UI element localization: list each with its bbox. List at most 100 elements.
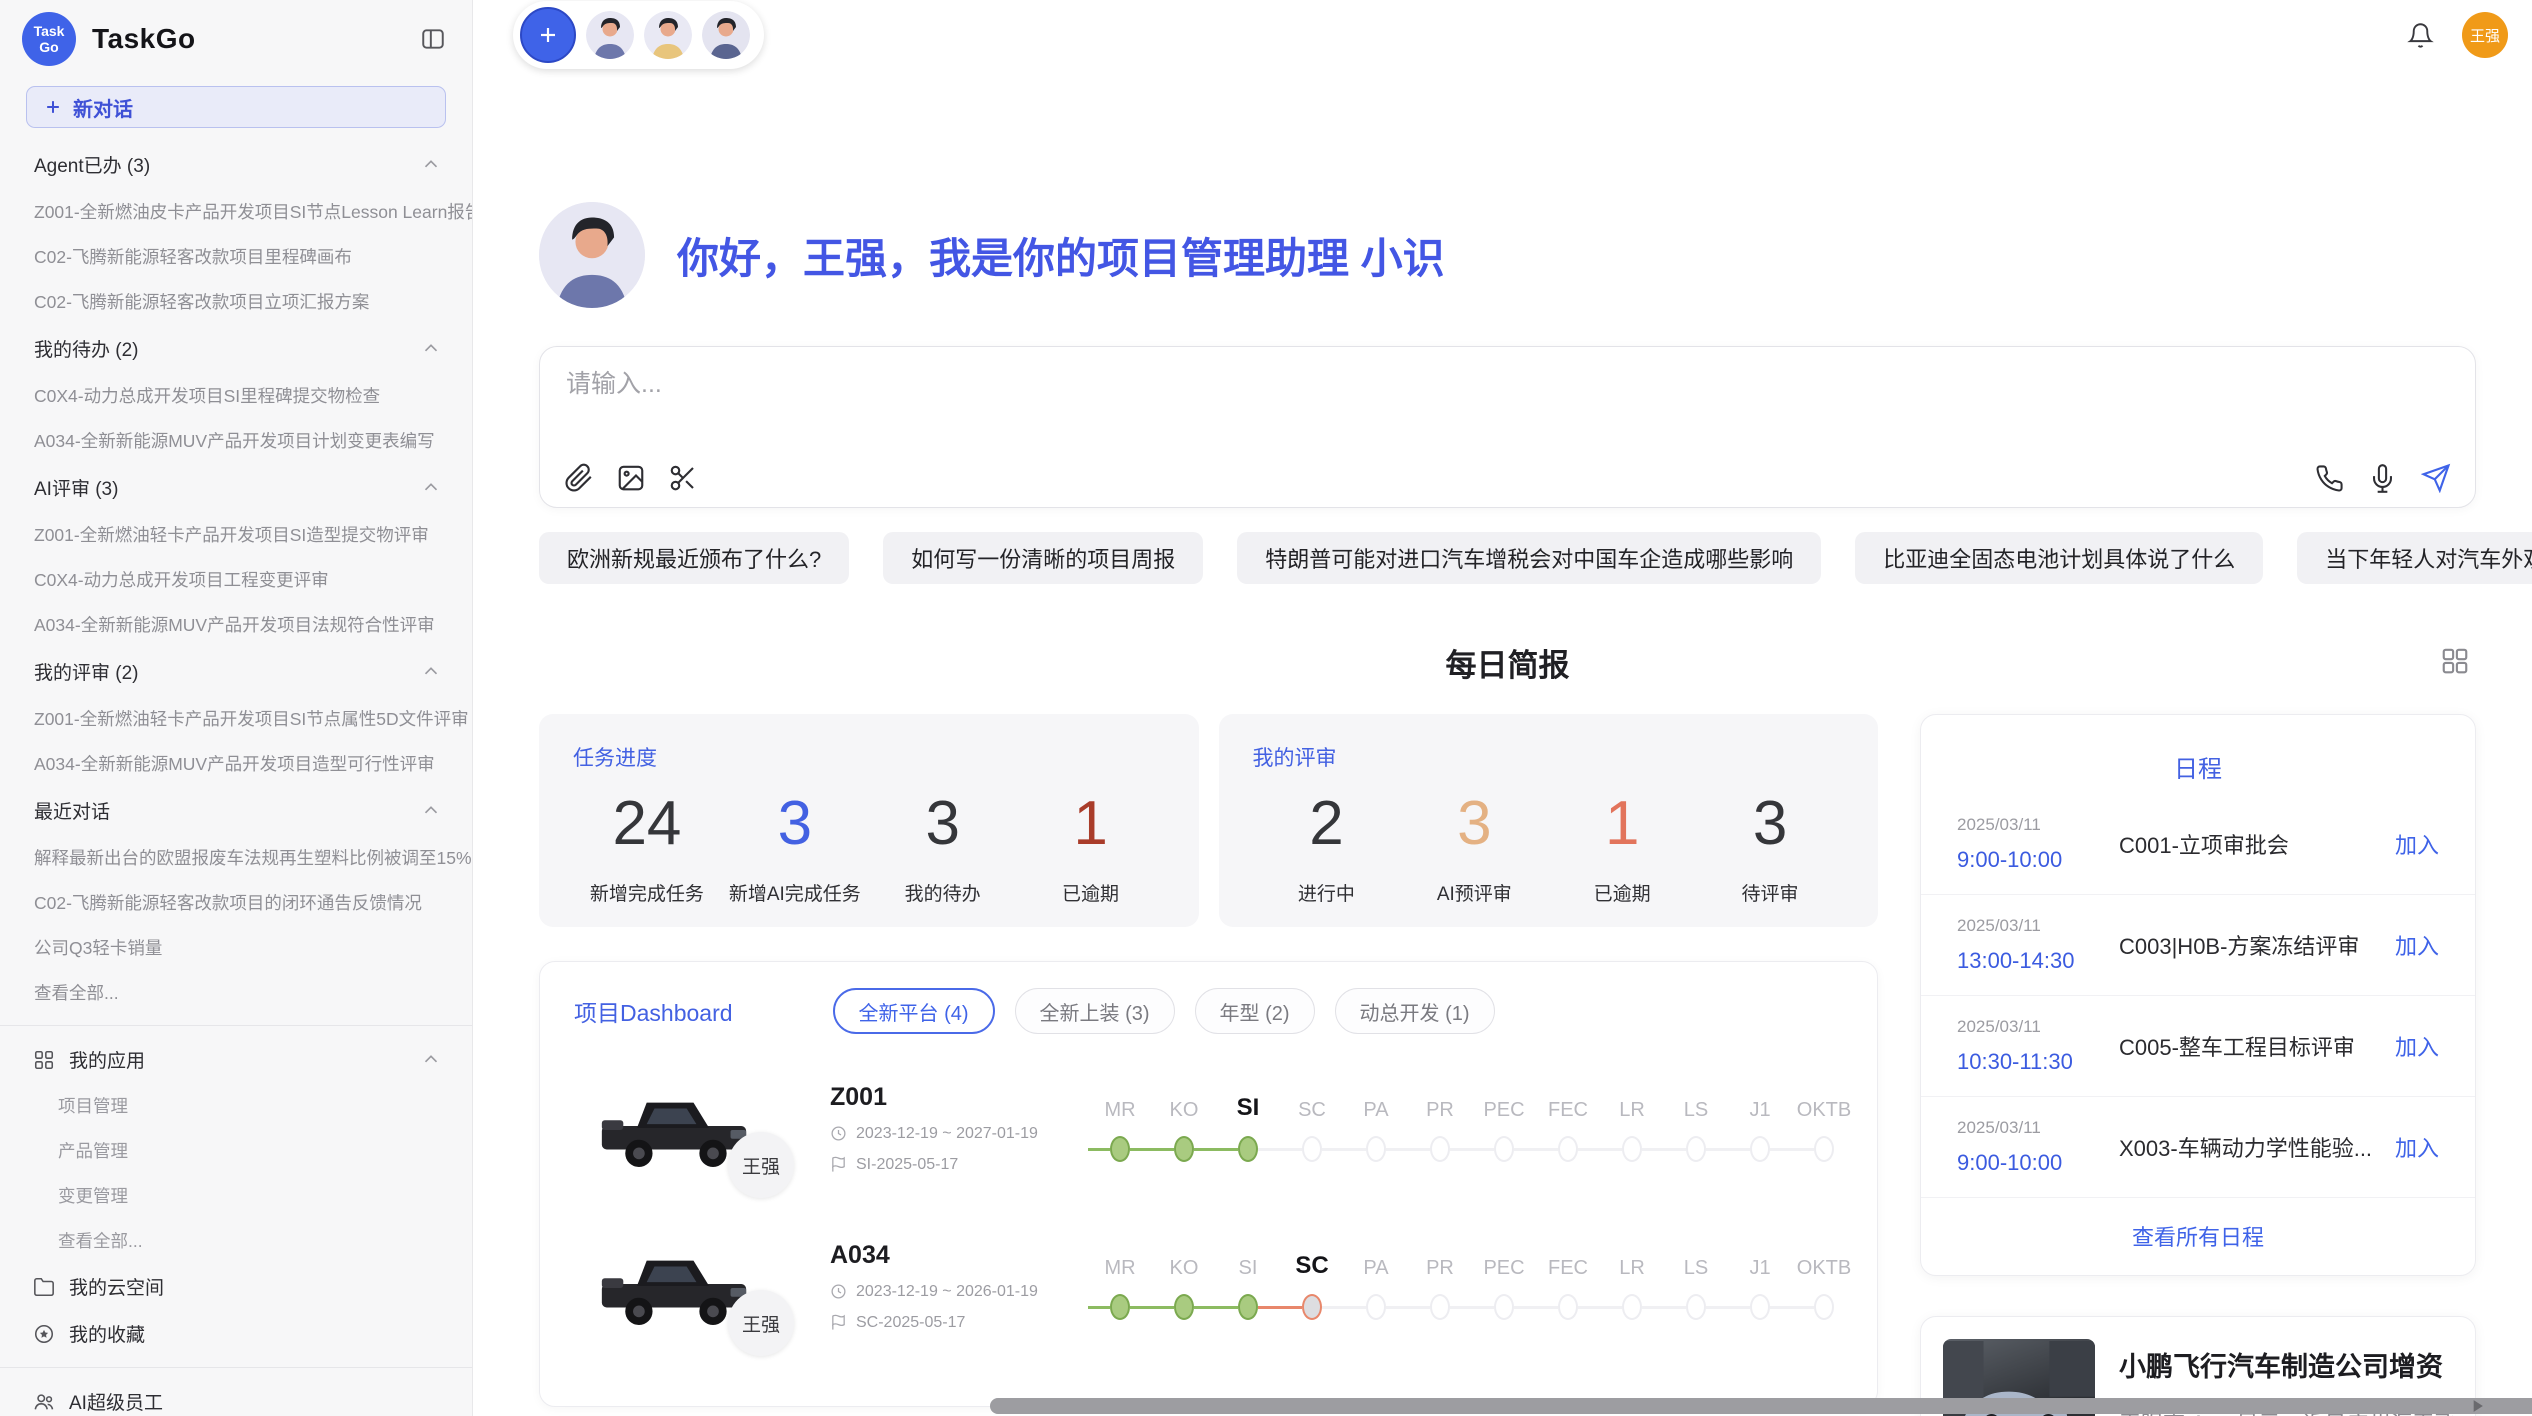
milestone-dot[interactable]	[1622, 1136, 1642, 1162]
sidebar-item[interactable]: C02-飞腾新能源轻客改款项目里程碑画布	[0, 234, 472, 279]
schedule-join-link[interactable]: 加入	[2395, 828, 2439, 860]
milestone-dot[interactable]	[1174, 1136, 1194, 1162]
milestone-dot[interactable]	[1430, 1294, 1450, 1320]
project-code[interactable]: Z001	[830, 1083, 1082, 1112]
sidebar-item-folder[interactable]: 我的云空间	[0, 1263, 472, 1310]
sidebar-section-title: 最近对话	[34, 797, 110, 824]
notification-bell-icon[interactable]	[2407, 22, 2434, 49]
chevron-up-icon[interactable]	[420, 661, 442, 683]
suggestion-chip[interactable]: 欧洲新规最近颁布了什么?	[539, 532, 849, 584]
milestone-dot[interactable]	[1558, 1294, 1578, 1320]
project-milestone-flag: SI-2025-05-17	[830, 1156, 1082, 1174]
schedule-join-link[interactable]: 加入	[2395, 1030, 2439, 1062]
sidebar-item-my-apps[interactable]: 我的应用	[0, 1036, 472, 1083]
project-code[interactable]: A034	[830, 1241, 1082, 1270]
schedule-join-link[interactable]: 加入	[2395, 1131, 2439, 1163]
sidebar-item[interactable]: 查看全部...	[0, 970, 472, 1015]
milestone-dot[interactable]	[1750, 1136, 1770, 1162]
milestone-dot[interactable]	[1110, 1294, 1130, 1320]
sidebar-item[interactable]: 解释最新出台的欧盟报废车法规再生塑料比例被调至15%...	[0, 835, 472, 880]
sidebar-item[interactable]: A034-全新新能源MUV产品开发项目法规符合性评审	[0, 602, 472, 647]
member-avatar[interactable]	[644, 11, 692, 59]
sidebar-section-title: 我的待办 (2)	[34, 335, 139, 362]
project-dates-text: 2023-12-19 ~ 2027-01-19	[856, 1125, 1038, 1143]
milestone-dot[interactable]	[1238, 1294, 1258, 1320]
chevron-up-icon[interactable]	[420, 800, 442, 822]
chat-input[interactable]	[564, 369, 2451, 400]
scroll-right-arrow-icon[interactable]	[2467, 1396, 2487, 1416]
sidebar-section-header[interactable]: Agent已办 (3)	[0, 140, 472, 189]
member-avatar[interactable]	[586, 11, 634, 59]
sidebar-item[interactable]: A034-全新新能源MUV产品开发项目计划变更表编写	[0, 418, 472, 463]
sidebar-item[interactable]: C02-飞腾新能源轻客改款项目立项汇报方案	[0, 279, 472, 324]
user-avatar[interactable]: 王强	[2462, 12, 2508, 58]
milestone-dot[interactable]	[1814, 1294, 1834, 1320]
dashboard-filter-pill[interactable]: 全新平台 (4)	[833, 988, 995, 1034]
milestone-dot[interactable]	[1494, 1136, 1514, 1162]
sidebar-item[interactable]: C0X4-动力总成开发项目工程变更评审	[0, 557, 472, 602]
collapse-sidebar-icon[interactable]	[420, 26, 446, 52]
milestone-dot[interactable]	[1686, 1294, 1706, 1320]
view-all-schedule-link[interactable]: 查看所有日程	[1921, 1198, 2475, 1262]
chevron-up-icon[interactable]	[420, 338, 442, 360]
suggestion-chip[interactable]: 比亚迪全固态电池计划具体说了什么	[1855, 532, 2263, 584]
milestone-label: OKTB	[1792, 1099, 1856, 1122]
milestone-dot[interactable]	[1174, 1294, 1194, 1320]
input-left-icons	[564, 463, 698, 493]
suggestion-chip[interactable]: 如何写一份清晰的项目周报	[883, 532, 1203, 584]
sidebar-item[interactable]: Z001-全新燃油轻卡产品开发项目SI节点属性5D文件评审	[0, 696, 472, 741]
sidebar-section-header[interactable]: 我的评审 (2)	[0, 647, 472, 696]
scissors-icon[interactable]	[668, 463, 698, 493]
chevron-up-icon[interactable]	[420, 1049, 442, 1071]
chevron-up-icon[interactable]	[420, 154, 442, 176]
suggestion-chip[interactable]: 当下年轻人对汽车外观有怎样的喜好趋势	[2297, 532, 2532, 584]
layout-grid-icon[interactable]	[2440, 646, 2470, 676]
clock-icon	[830, 1283, 847, 1300]
chevron-up-icon[interactable]	[420, 477, 442, 499]
greeting-row: 你好，王强，我是你的项目管理助理 小识	[539, 202, 2476, 308]
sidebar-item[interactable]: C02-飞腾新能源轻客改款项目的闭环通告反馈情况	[0, 880, 472, 925]
milestone-dot[interactable]	[1366, 1136, 1386, 1162]
sidebar-item[interactable]: C0X4-动力总成开发项目SI里程碑提交物检查	[0, 373, 472, 418]
sidebar-item[interactable]: A034-全新新能源MUV产品开发项目造型可行性评审	[0, 741, 472, 786]
suggestion-chip[interactable]: 特朗普可能对进口汽车增税会对中国车企造成哪些影响	[1237, 532, 1821, 584]
scrollbar-thumb[interactable]	[990, 1398, 2532, 1414]
sidebar-item[interactable]: Z001-全新燃油轻卡产品开发项目SI造型提交物评审	[0, 512, 472, 557]
dashboard-filter-pill[interactable]: 年型 (2)	[1195, 988, 1315, 1034]
milestone-dot[interactable]	[1558, 1136, 1578, 1162]
sidebar-sub-item[interactable]: 变更管理	[0, 1173, 472, 1218]
sidebar-sub-item[interactable]: 产品管理	[0, 1128, 472, 1173]
milestone-dot[interactable]	[1750, 1294, 1770, 1320]
milestone-dot[interactable]	[1238, 1136, 1258, 1162]
sidebar-sub-item[interactable]: 项目管理	[0, 1083, 472, 1128]
new-chat-button[interactable]: 新对话	[26, 86, 446, 128]
schedule-join-link[interactable]: 加入	[2395, 929, 2439, 961]
milestone-dot[interactable]	[1366, 1294, 1386, 1320]
sidebar-item[interactable]: 公司Q3轻卡销量	[0, 925, 472, 970]
sidebar-sub-item[interactable]: 查看全部...	[0, 1218, 472, 1263]
add-member-button[interactable]	[520, 7, 576, 63]
milestone-dot[interactable]	[1686, 1136, 1706, 1162]
schedule-name: X003-车辆动力学性能验...	[2119, 1131, 2395, 1163]
sidebar-section-header[interactable]: AI评审 (3)	[0, 463, 472, 512]
sidebar-item-star[interactable]: 我的收藏	[0, 1310, 472, 1357]
image-upload-icon[interactable]	[616, 463, 646, 493]
dashboard-filter-pill[interactable]: 全新上装 (3)	[1015, 988, 1175, 1034]
sidebar-tool-item[interactable]: AI超级员工	[0, 1378, 472, 1416]
attachment-icon[interactable]	[564, 463, 594, 493]
sidebar-section-header[interactable]: 最近对话	[0, 786, 472, 835]
milestone-dot[interactable]	[1494, 1294, 1514, 1320]
milestone-dot[interactable]	[1302, 1136, 1322, 1162]
sidebar-item[interactable]: Z001-全新燃油皮卡产品开发项目SI节点Lesson Learn报告	[0, 189, 472, 234]
milestone-dot[interactable]	[1622, 1294, 1642, 1320]
microphone-icon[interactable]	[2368, 464, 2397, 493]
phone-icon[interactable]	[2315, 464, 2344, 493]
dashboard-filter-pill[interactable]: 动总开发 (1)	[1335, 988, 1495, 1034]
milestone-dot[interactable]	[1302, 1294, 1322, 1320]
send-icon[interactable]	[2421, 463, 2451, 493]
milestone-dot[interactable]	[1814, 1136, 1834, 1162]
milestone-dot[interactable]	[1110, 1136, 1130, 1162]
sidebar-section-header[interactable]: 我的待办 (2)	[0, 324, 472, 373]
member-avatar[interactable]	[702, 11, 750, 59]
milestone-dot[interactable]	[1430, 1136, 1450, 1162]
